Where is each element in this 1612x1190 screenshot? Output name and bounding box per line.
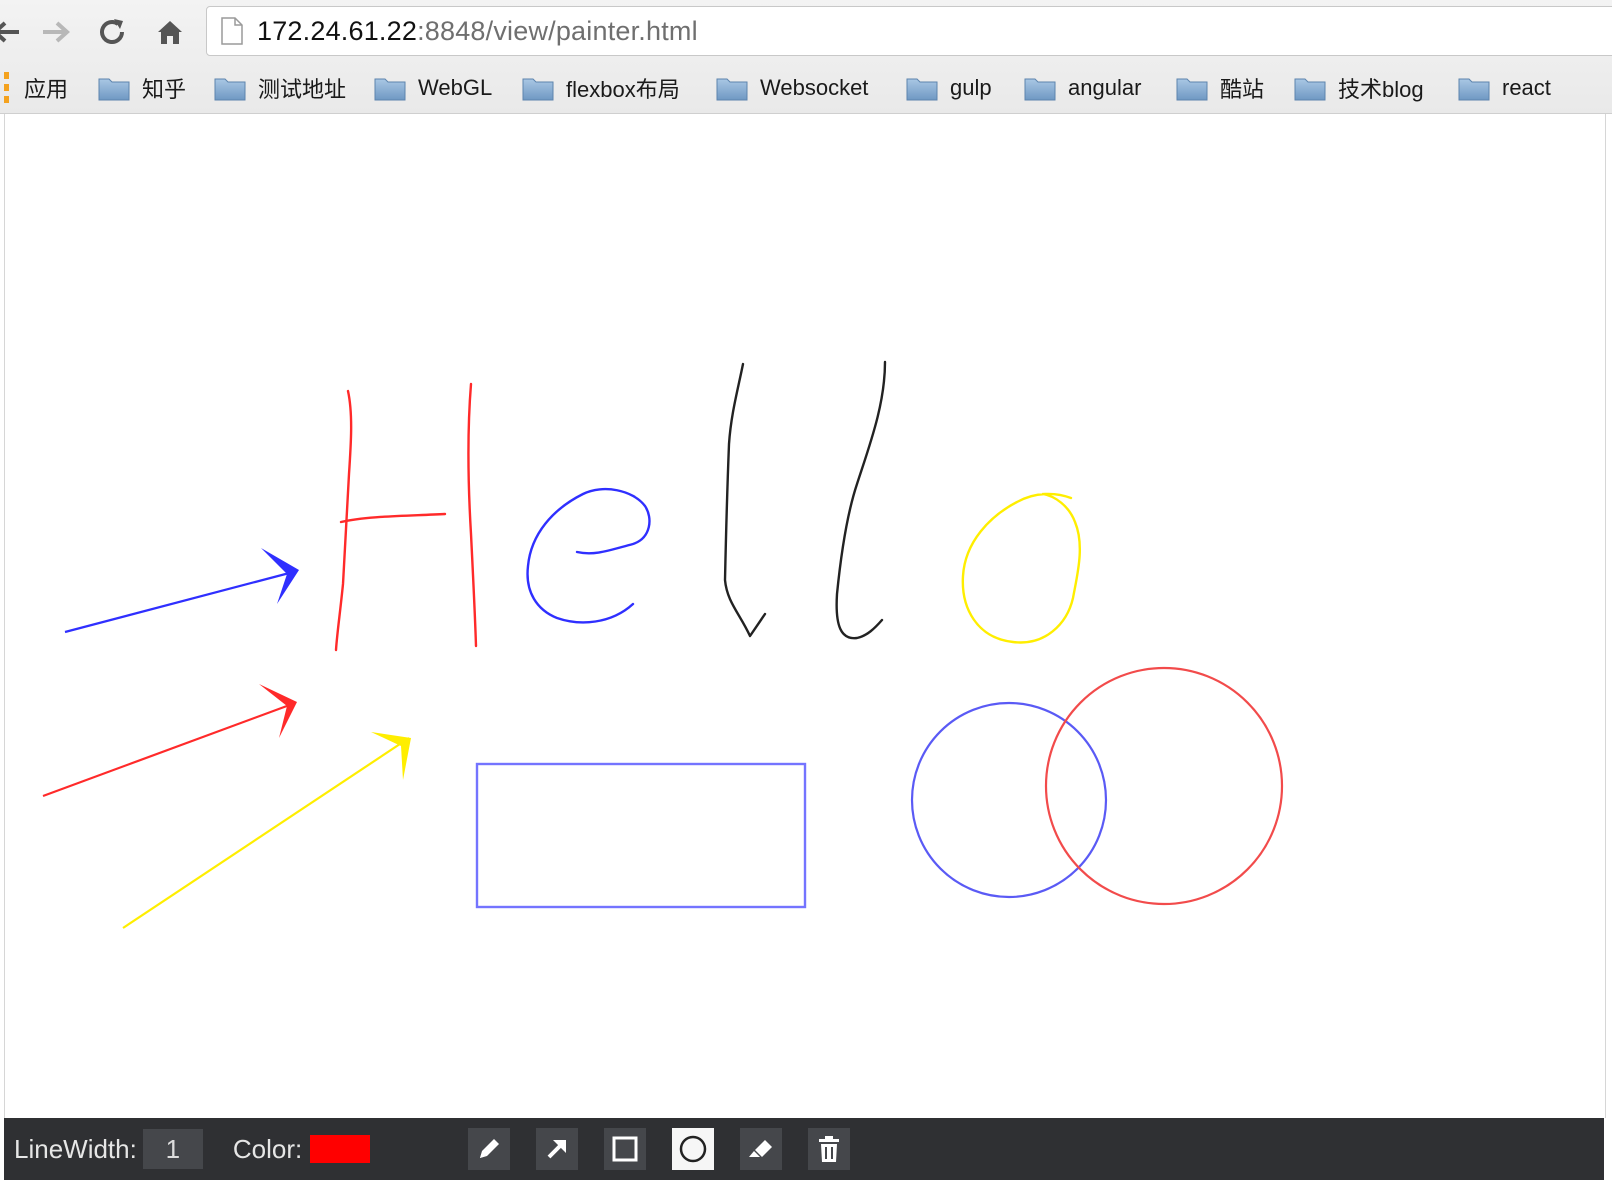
page-icon: [221, 17, 243, 45]
url-host: 172.24.61.22: [257, 15, 418, 46]
blue-circle: [910, 701, 1108, 899]
bookmark-cool-sites[interactable]: 酷站: [1176, 72, 1264, 104]
folder-icon: [1176, 78, 1208, 101]
freehand-letter-l-second: [835, 360, 887, 640]
clear-tool[interactable]: [808, 1128, 850, 1170]
bookmark-label: angular: [1068, 75, 1142, 100]
rectangle-tool[interactable]: [604, 1128, 646, 1170]
drawing-canvas[interactable]: [4, 114, 1606, 1118]
browser-chrome: 172.24.61.22:8848/view/painter.html 应用 知…: [0, 0, 1612, 114]
bookmark-react[interactable]: react: [1458, 75, 1551, 101]
bookmark-label: gulp: [950, 75, 992, 100]
bookmark-flexbox[interactable]: flexbox布局: [522, 72, 680, 104]
bookmark-apps[interactable]: 应用: [24, 72, 68, 104]
canvas-drawing: [42, 360, 1284, 929]
square-icon: [612, 1136, 638, 1162]
back-button[interactable]: [0, 12, 26, 52]
color-picker[interactable]: [310, 1135, 371, 1163]
bookmark-tech-blog[interactable]: 技术blog: [1294, 72, 1424, 104]
folder-icon: [716, 78, 748, 101]
reload-button[interactable]: [92, 12, 132, 52]
eraser-icon: [749, 1140, 772, 1157]
arrow-icon: [547, 1140, 566, 1159]
bookmark-label: Websocket: [760, 75, 869, 100]
bookmark-label: 知乎: [142, 77, 187, 102]
color-label: Color:: [232, 1133, 303, 1164]
bookmark-gulp[interactable]: gulp: [906, 75, 992, 101]
freehand-letter-h: [334, 382, 478, 652]
bookmark-websocket[interactable]: Websocket: [716, 75, 868, 101]
back-arrow-icon: [0, 21, 19, 43]
freehand-letter-e: [526, 487, 651, 624]
folder-icon: [1458, 78, 1490, 101]
bookmark-label: 技术blog: [1338, 77, 1424, 102]
bookmark-label: 酷站: [1220, 77, 1265, 102]
freehand-letter-o: [961, 492, 1082, 644]
bookmark-label: react: [1502, 75, 1551, 100]
eraser-tool[interactable]: [740, 1128, 782, 1170]
circle-tool[interactable]: [672, 1128, 714, 1170]
yellow-arrow: [122, 732, 411, 929]
bookmarks-bar: 应用 知乎 测试地址 WebGL flexbox布局 Websocket gul…: [0, 66, 1612, 110]
bookmark-label: WebGL: [418, 75, 493, 100]
forward-button[interactable]: [36, 12, 76, 52]
trash-icon: [819, 1136, 839, 1162]
bookmark-label: 测试地址: [258, 77, 347, 102]
linewidth-input[interactable]: 1: [142, 1129, 203, 1169]
address-bar[interactable]: 172.24.61.22:8848/view/painter.html: [206, 6, 1612, 56]
folder-icon: [214, 78, 246, 101]
folder-icon: [374, 78, 406, 101]
bookmark-angular[interactable]: angular: [1024, 75, 1141, 101]
bookmark-webgl[interactable]: WebGL: [374, 75, 492, 101]
bookmark-test-address[interactable]: 测试地址: [214, 72, 346, 104]
home-button[interactable]: [150, 12, 190, 52]
blue-arrow: [64, 548, 299, 634]
bookmark-zhihu[interactable]: 知乎: [98, 72, 186, 104]
forward-arrow-icon: [43, 21, 70, 43]
folder-icon: [1024, 78, 1056, 101]
red-arrow: [42, 684, 297, 798]
folder-icon: [1294, 78, 1326, 101]
linewidth-label: LineWidth:: [14, 1133, 137, 1164]
folder-icon: [98, 78, 130, 101]
url-text: 172.24.61.22:8848/view/painter.html: [257, 16, 698, 47]
url-path: :8848/view/painter.html: [417, 15, 698, 46]
blue-rectangle: [475, 762, 807, 909]
freehand-letter-l-first: [723, 362, 767, 638]
pencil-tool[interactable]: [468, 1128, 510, 1170]
bookmark-label: 应用: [24, 77, 69, 102]
red-circle: [1044, 666, 1284, 906]
home-icon: [158, 21, 182, 44]
folder-icon: [522, 78, 554, 101]
pencil-icon: [480, 1139, 499, 1158]
arrow-tool[interactable]: [536, 1128, 578, 1170]
circle-icon: [679, 1135, 707, 1163]
painter-toolbar: LineWidth: 1 Color:: [4, 1118, 1604, 1180]
folder-icon: [906, 78, 938, 101]
reload-icon: [100, 19, 124, 44]
bookmark-label: flexbox布局: [566, 77, 680, 102]
